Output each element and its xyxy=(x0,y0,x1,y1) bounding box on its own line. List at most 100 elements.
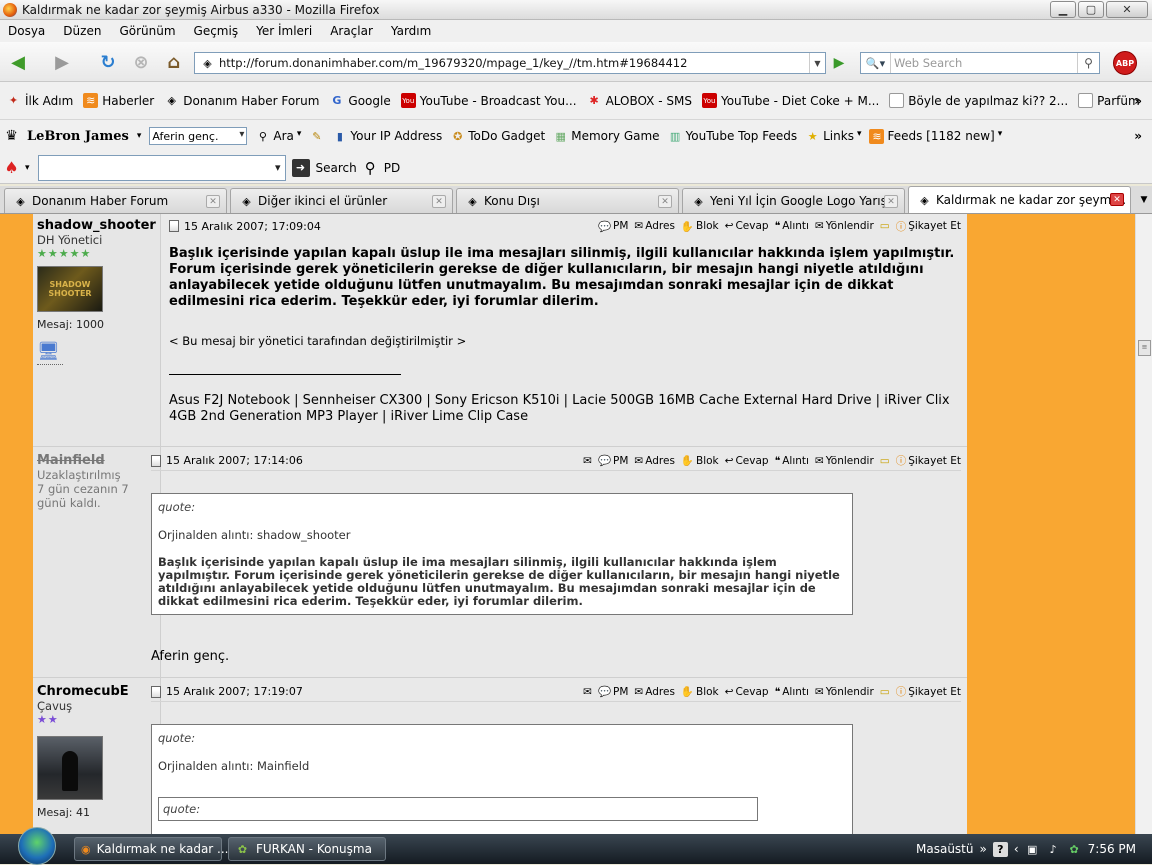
adblock-icon[interactable]: ABP xyxy=(1113,51,1137,75)
tab-list-icon[interactable]: ▼ xyxy=(1136,186,1152,213)
bookmark-alobox[interactable]: ✱ ALOBOX - SMS xyxy=(587,93,692,108)
blok-button[interactable]: ✋ Blok xyxy=(681,220,719,233)
yonlendir-button[interactable]: ✉ Yönlendir xyxy=(815,220,874,232)
toolbar-ip-address[interactable]: ▮ Your IP Address xyxy=(332,129,442,144)
taskbar-item-furkan[interactable]: ✿ FURKAN - Konuşma xyxy=(228,837,386,861)
yonlendir-button[interactable]: ✉ Yönlendir xyxy=(815,455,874,467)
toolbar-logo-icon[interactable]: ♠ xyxy=(4,158,19,177)
sikayet-button[interactable]: ⓘ Şikayet Et xyxy=(896,453,961,468)
sikayet-button[interactable]: ⓘ Şikayet Et xyxy=(896,219,961,234)
web-search-input[interactable]: 🔍▾ Web Search ⚲ xyxy=(860,52,1100,74)
tab-konu-disi[interactable]: ◈ Konu Dışı ✕ xyxy=(456,188,679,213)
bookmark-boyle-de[interactable]: Böyle de yapılmaz ki?? 2... xyxy=(889,93,1068,108)
close-tab-icon[interactable]: ✕ xyxy=(206,195,220,208)
toolbar-feeds[interactable]: ≋ Feeds [1182 new] ▾ xyxy=(869,128,1002,144)
volume-icon[interactable]: ♪ xyxy=(1046,842,1061,857)
start-button[interactable] xyxy=(18,827,56,865)
chevron-down-icon[interactable]: ▾ xyxy=(25,163,30,173)
minimize-button[interactable]: ▁ xyxy=(1050,1,1076,18)
search-engine-icon[interactable]: 🔍▾ xyxy=(861,53,891,73)
toolbar-todo-gadget[interactable]: ✪ ToDo Gadget xyxy=(450,129,545,144)
post-username[interactable]: shadow_shooter xyxy=(37,218,156,233)
toolbar-memory-game[interactable]: ▦ Memory Game xyxy=(553,129,660,144)
toolbar-links[interactable]: ★ Links ▾ xyxy=(805,129,862,144)
tab-diger-ikinci-el[interactable]: ◈ Diğer ikinci el ürünler ✕ xyxy=(230,188,453,213)
network-icon[interactable]: ▣ xyxy=(1025,842,1040,857)
folder-button[interactable]: ▭ xyxy=(880,686,890,698)
cevap-button[interactable]: ↩ Cevap xyxy=(725,220,769,232)
menu-yardim[interactable]: Yardım xyxy=(391,24,431,38)
bookmark-youtube-broadcast[interactable]: You YouTube - Broadcast You... xyxy=(400,93,577,108)
alinti-button[interactable]: ❝ Alıntı xyxy=(775,455,809,467)
url-dropdown-icon[interactable]: ▼ xyxy=(809,53,825,73)
bookmark-haberler[interactable]: ≋ Haberler xyxy=(83,93,154,108)
post-username[interactable]: ChromecubE xyxy=(37,684,156,699)
blok-button[interactable]: ✋ Blok xyxy=(681,685,719,699)
desktop-toolbar[interactable]: Masaüstü xyxy=(916,842,973,856)
toolbar-youtube-feeds[interactable]: ▥ YouTube Top Feeds xyxy=(668,129,797,144)
pm-button[interactable]: 💬 PM xyxy=(598,220,628,233)
menu-gecmis[interactable]: Geçmiş xyxy=(194,24,239,38)
email-button[interactable]: ✉ xyxy=(583,686,592,698)
tab-donanim-haber[interactable]: ◈ Donanım Haber Forum ✕ xyxy=(4,188,227,213)
cevap-button[interactable]: ↩ Cevap xyxy=(725,455,769,467)
alinti-button[interactable]: ❝ Alıntı xyxy=(775,686,809,698)
stop-button[interactable]: ⊗ xyxy=(127,48,155,76)
chevron-right-icon[interactable]: » xyxy=(1134,94,1142,108)
bookmark-ilk-adim[interactable]: ✦ İlk Adım xyxy=(6,93,73,108)
close-tab-icon[interactable]: ✕ xyxy=(658,195,672,208)
bookmark-google[interactable]: G Google xyxy=(329,93,390,108)
close-button[interactable]: ✕ xyxy=(1106,1,1148,18)
cevap-button[interactable]: ↩ Cevap xyxy=(725,686,769,698)
folder-button[interactable]: ▭ xyxy=(880,220,890,232)
url-bar[interactable]: ◈ http://forum.donanimhaber.com/m_196793… xyxy=(194,52,826,74)
adres-button[interactable]: ✉ Adres xyxy=(634,455,675,467)
yonlendir-button[interactable]: ✉ Yönlendir xyxy=(815,686,874,698)
menu-duzen[interactable]: Düzen xyxy=(63,24,101,38)
toolbar-select[interactable]: Aferin genç. xyxy=(149,127,248,145)
home-button[interactable]: ⌂ xyxy=(160,48,188,76)
bookmark-youtube-diet-coke[interactable]: You YouTube - Diet Coke + M... xyxy=(701,93,879,108)
sikayet-button[interactable]: ⓘ Şikayet Et xyxy=(896,684,961,699)
close-tab-icon[interactable]: ✕ xyxy=(1110,193,1124,206)
help-icon[interactable]: ? xyxy=(992,841,1008,857)
taskbar-item-firefox[interactable]: ◉ Kaldırmak ne kadar ... xyxy=(74,837,229,861)
close-tab-icon[interactable]: ✕ xyxy=(432,195,446,208)
chevron-down-icon[interactable]: ▾ xyxy=(137,131,142,141)
alinti-button[interactable]: ❝ Alıntı xyxy=(775,220,809,232)
menu-dosya[interactable]: Dosya xyxy=(8,24,45,38)
search-button[interactable]: Search xyxy=(316,161,357,175)
adres-button[interactable]: ✉ Adres xyxy=(634,686,675,698)
back-button[interactable]: ◀ xyxy=(4,48,32,76)
pd-button[interactable]: PD xyxy=(384,161,400,175)
toolbar-user[interactable]: LeBron James xyxy=(27,129,129,144)
post-username[interactable]: Mainfield xyxy=(37,453,156,468)
email-button[interactable]: ✉ xyxy=(583,455,592,467)
chevron-right-icon[interactable]: » xyxy=(1134,129,1142,143)
maximize-button[interactable]: ▢ xyxy=(1078,1,1104,18)
reload-button[interactable]: ↻ xyxy=(94,48,122,76)
toolbar-search-combo[interactable] xyxy=(37,154,286,181)
vertical-scrollbar[interactable]: ≡ xyxy=(1135,214,1152,834)
tab-google-logo[interactable]: ◈ Yeni Yıl İçin Google Logo Yarış... ✕ xyxy=(682,188,905,213)
adres-button[interactable]: ✉ Adres xyxy=(634,220,675,232)
pm-button[interactable]: 💬 PM xyxy=(598,685,628,699)
chevron-left-icon[interactable]: ‹ xyxy=(1014,842,1019,856)
arrow-right-icon[interactable]: ➜ xyxy=(291,158,310,177)
clock[interactable]: 7:56 PM xyxy=(1088,842,1136,856)
messenger-tray-icon[interactable]: ✿ xyxy=(1067,842,1082,857)
bookmark-donanim-haber[interactable]: ◈ Donanım Haber Forum xyxy=(164,93,320,108)
menu-araclar[interactable]: Araçlar xyxy=(330,24,373,38)
folder-button[interactable]: ▭ xyxy=(880,455,890,467)
search-icon[interactable]: ⚲ xyxy=(1077,53,1099,73)
go-button[interactable]: ▶ xyxy=(829,53,849,73)
tab-kaldirmak[interactable]: ◈ Kaldırmak ne kadar zor şeymi... ✕ xyxy=(908,186,1131,213)
menu-gorunum[interactable]: Görünüm xyxy=(119,24,175,38)
bookmark-parfum[interactable]: Parfüm xyxy=(1078,93,1140,108)
pm-button[interactable]: 💬 PM xyxy=(598,454,628,468)
menu-yer-imleri[interactable]: Yer İmleri xyxy=(256,24,312,38)
scrollbar-thumb[interactable]: ≡ xyxy=(1138,340,1151,356)
blok-button[interactable]: ✋ Blok xyxy=(681,454,719,468)
highlight-icon[interactable]: ✎ xyxy=(309,129,324,144)
forward-button[interactable]: ▶ xyxy=(48,48,76,76)
